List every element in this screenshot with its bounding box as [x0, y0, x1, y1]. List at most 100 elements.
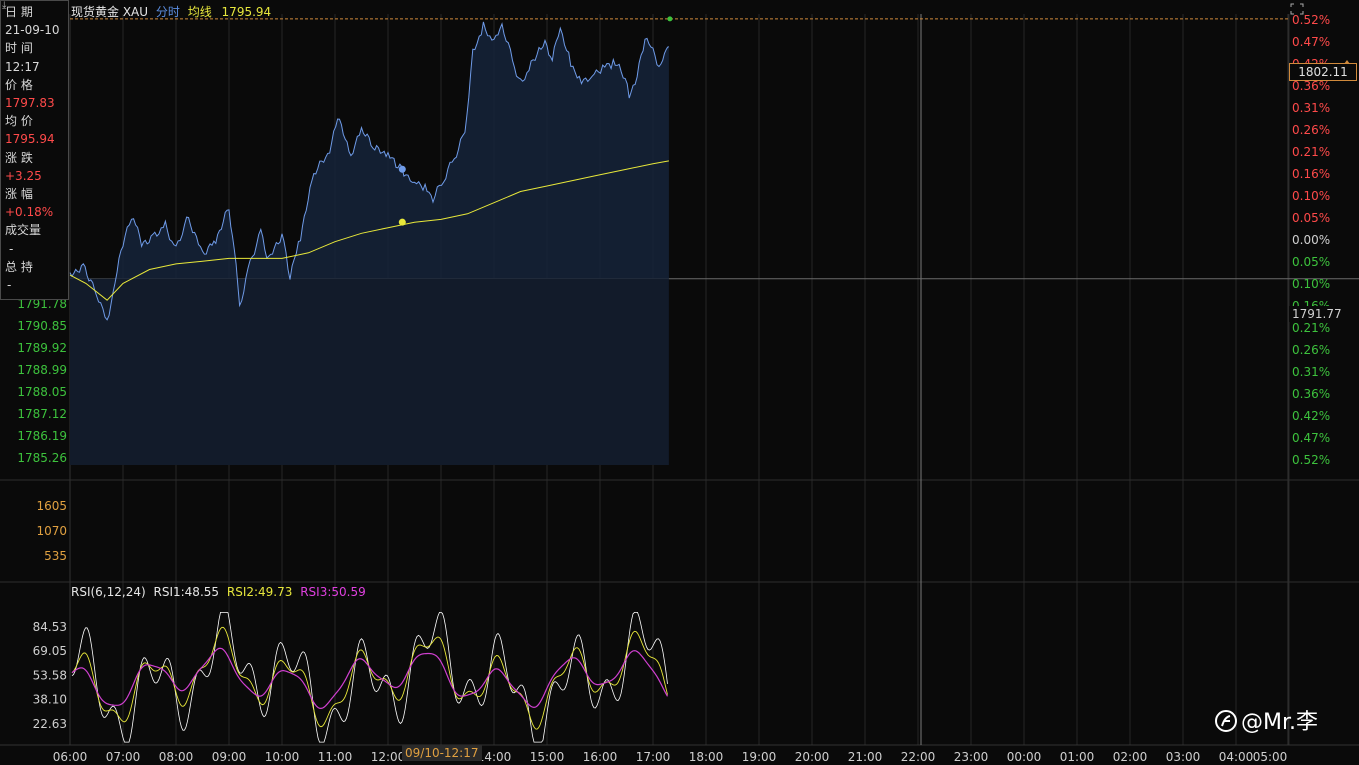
tab-intraday[interactable]: 分时	[156, 5, 180, 19]
time-tick-label: 03:00	[1166, 750, 1201, 764]
time-tick-label: 08:00	[159, 750, 194, 764]
crosshair-avg-dot	[398, 218, 406, 226]
time-tick-label: 23:00	[954, 750, 989, 764]
instrument-name: 现货黄金 XAU	[71, 5, 149, 19]
time-tick-label: 01:00	[1060, 750, 1095, 764]
chart-header: 现货黄金 XAU 分时 均线 1795.94	[71, 3, 271, 20]
left-tick-label: 1788.99	[17, 363, 67, 377]
time-tick-label: 16:00	[583, 750, 618, 764]
left-tick-label: 1789.92	[17, 341, 67, 355]
rsi-axis: 84.53 69.05 53.58 38.10 22.63	[33, 620, 67, 731]
time-tick-label: 09:00	[212, 750, 247, 764]
volume-value: -	[9, 241, 14, 256]
time-tick-label: 21:00	[848, 750, 883, 764]
time-tick-label: 00:00	[1007, 750, 1042, 764]
volume-label: 成交量	[5, 223, 42, 238]
time-tick-label: 17:00	[636, 750, 671, 764]
left-axis: 1791.781790.851789.921788.991788.051787.…	[17, 297, 67, 465]
rsi3-value: RSI3:50.59	[300, 585, 366, 599]
open-interest-value: -	[7, 278, 12, 293]
right-tick-label: 0.00%	[1292, 233, 1330, 247]
rsi-tick-label: 22.63	[33, 717, 67, 731]
avg-price-label: 均 价	[5, 114, 33, 129]
right-tick-label: 0.26%	[1292, 343, 1330, 357]
avg-line-value: 1795.94	[221, 5, 272, 19]
price-label: 价 格	[5, 77, 33, 92]
rsi2-line	[71, 626, 668, 730]
rsi3-line	[71, 647, 669, 710]
time-label: 时 间	[5, 41, 33, 56]
avg-price-value: 1795.94	[5, 132, 55, 147]
date-label: 日 期	[5, 5, 33, 19]
volume-tick-label: 1070	[36, 524, 67, 538]
date-value: 21-09-10	[5, 23, 60, 38]
rsi-tick-label: 84.53	[33, 620, 67, 634]
time-tick-label: 19:00	[742, 750, 777, 764]
right-tick-label: 0.10%	[1292, 277, 1330, 291]
change-pct-label: 涨 幅	[5, 187, 33, 202]
right-tick-label: 0.21%	[1292, 145, 1330, 159]
weibo-logo-icon	[1215, 710, 1237, 732]
watermark: @Mr.李	[1215, 704, 1318, 736]
time-tick-label: 20:00	[795, 750, 830, 764]
time-tick-label: 10:00	[265, 750, 300, 764]
volume-axis: 1605 1070 535	[36, 499, 67, 563]
crosshair-price-dot	[398, 165, 406, 173]
time-tick-label: 15:00	[530, 750, 565, 764]
fullscreen-icon[interactable]	[1290, 3, 1304, 15]
left-tick-label: 1785.26	[17, 451, 67, 465]
chart-canvas[interactable]: 1791.781790.851789.921788.991788.051787.…	[0, 0, 1359, 765]
change-label: 涨 跌	[5, 150, 33, 165]
current-price-badge: 1802.11	[1289, 63, 1357, 81]
right-tick-label: 0.26%	[1292, 123, 1330, 137]
rsi-lines	[71, 612, 669, 743]
left-tick-label: 1790.85	[17, 319, 67, 333]
change-value: +3.25	[5, 168, 42, 183]
price-area	[69, 21, 670, 465]
time-tick-label: 07:00	[106, 750, 141, 764]
time-tick-label: 06:00	[53, 750, 88, 764]
time-axis: 06:0007:0008:0009:0010:0011:0012:0013:00…	[53, 750, 1288, 764]
right-tick-label: 0.05%	[1292, 255, 1330, 269]
price-value: 1797.83	[5, 96, 55, 111]
right-tick-label: 0.36%	[1292, 387, 1330, 401]
rsi1-value: RSI1:48.55	[153, 585, 220, 599]
rsi-tick-label: 53.58	[33, 668, 67, 682]
right-tick-label: 0.31%	[1292, 101, 1330, 115]
right-tick-label: 0.47%	[1292, 431, 1330, 445]
time-tick-label: 05:00	[1253, 750, 1288, 764]
right-tick-label: 0.05%	[1292, 211, 1330, 225]
change-pct-value: +0.18%	[5, 205, 54, 220]
right-tick-label: 0.10%	[1292, 189, 1330, 203]
crosshair-time-tag: 09/10-12:17	[402, 745, 482, 761]
price-area-lower	[70, 278, 669, 465]
left-tick-label: 1787.12	[17, 407, 67, 421]
volume-tick-label: 1605	[36, 499, 67, 513]
left-tick-label: 1788.05	[17, 385, 67, 399]
watermark-text: @Mr.李	[1241, 710, 1319, 735]
open-interest-label: 总 持	[5, 259, 33, 274]
panel-collapse-icon[interactable]: ⤓	[2, 1, 6, 11]
volume-tick-label: 535	[44, 549, 67, 563]
time-tick-label: 22:00	[901, 750, 936, 764]
time-tick-label: 04:00	[1219, 750, 1254, 764]
rsi-tick-label: 38.10	[33, 693, 67, 707]
right-tick-label: 0.31%	[1292, 365, 1330, 379]
right-axis: 0.52% 0.47% 0.42% 0.36% 0.31% 0.26% 0.21% 0.16%…	[1292, 13, 1330, 467]
right-tick-label: 0.47%	[1292, 35, 1330, 49]
right-tick-label: 0.16%	[1292, 167, 1330, 181]
right-tick-label: 0.52%	[1292, 453, 1330, 467]
time-tick-label: 18:00	[689, 750, 724, 764]
time-tick-label: 12:00	[371, 750, 406, 764]
time-value: 12:17	[5, 59, 40, 74]
left-tick-label: 1786.19	[17, 429, 67, 443]
rsi-header: RSI(6,12,24) RSI1:48.55 RSI2:49.73 RSI3:…	[71, 585, 366, 599]
rsi1-line	[71, 612, 668, 743]
last-price-dot	[667, 16, 673, 22]
rsi2-value: RSI2:49.73	[226, 585, 293, 599]
rsi-tick-label: 69.05	[33, 644, 67, 658]
right-tick-label: 0.52%	[1292, 13, 1330, 27]
time-tick-label: 11:00	[318, 750, 353, 764]
rsi-params[interactable]: RSI(6,12,24)	[71, 585, 146, 599]
prev-close-badge: 1791.77	[1289, 306, 1357, 322]
